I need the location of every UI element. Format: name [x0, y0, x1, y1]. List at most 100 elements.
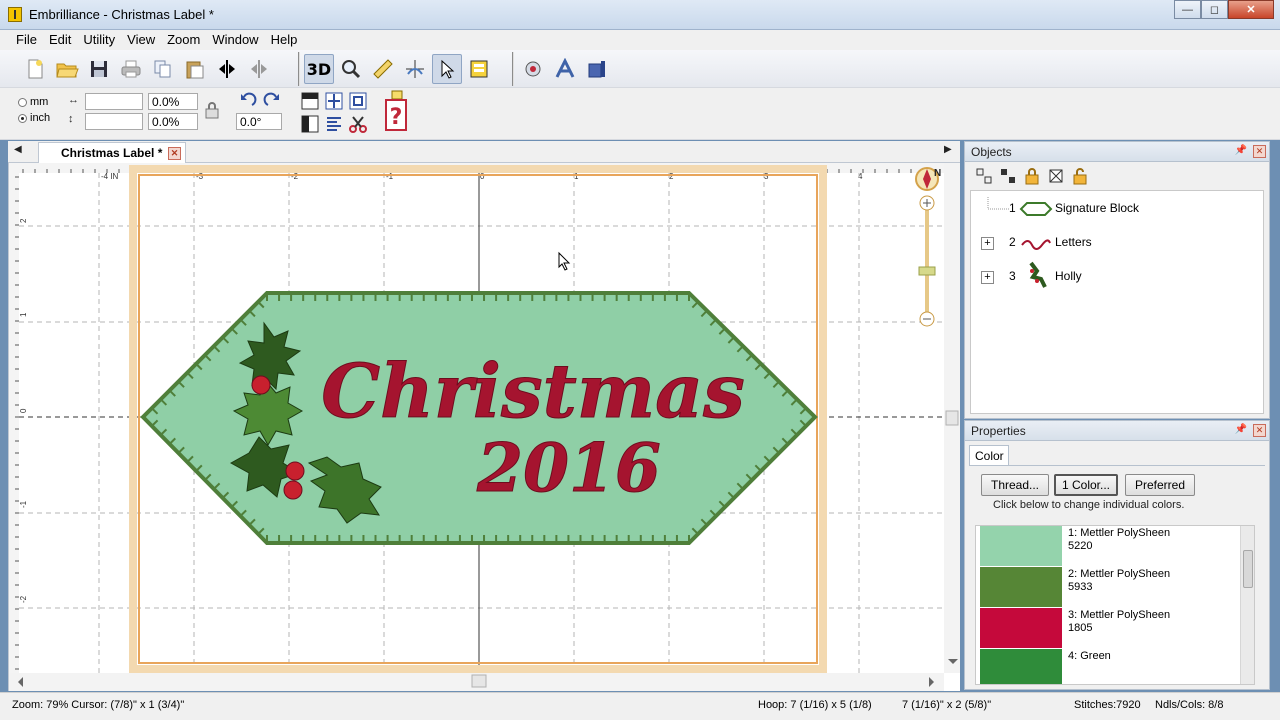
object-row-letters[interactable]: + 2 Letters	[971, 231, 1261, 255]
height-percent-input[interactable]: 0.0%	[148, 113, 198, 130]
minimize-button[interactable]: —	[1174, 0, 1201, 19]
new-file-button[interactable]	[20, 54, 50, 84]
close-button[interactable]: ✕	[1228, 0, 1274, 19]
lock-icon[interactable]	[1023, 167, 1041, 185]
rotation-input[interactable]: 0.0°	[236, 113, 282, 130]
properties-view-button[interactable]	[464, 54, 494, 84]
align-left-button[interactable]	[300, 114, 320, 134]
vertical-scroll-thumb[interactable]	[945, 410, 959, 426]
menu-help[interactable]: Help	[265, 30, 304, 50]
aspect-lock-icon[interactable]	[204, 102, 220, 120]
pin-icon[interactable]: 📌	[1235, 424, 1247, 435]
tab-scroll-left-icon[interactable]: ◀	[14, 144, 22, 155]
menu-zoom[interactable]: Zoom	[161, 30, 206, 50]
machine-button[interactable]	[582, 54, 612, 84]
paste-button[interactable]	[180, 54, 210, 84]
rotate-left-button[interactable]	[238, 91, 258, 111]
mouse-cursor	[558, 251, 571, 271]
split-button[interactable]	[348, 114, 368, 134]
expand-icon[interactable]: +	[981, 271, 994, 284]
align-top-button[interactable]	[300, 91, 320, 111]
menu-file[interactable]: File	[10, 30, 43, 50]
menu-view[interactable]: View	[121, 30, 161, 50]
flip-horizontal-button[interactable]	[212, 54, 242, 84]
color-row-3-text: 3: Mettler PolySheen 1805	[1068, 609, 1170, 635]
center-horizontal-button[interactable]	[324, 91, 344, 111]
close-panel-icon[interactable]: ✕	[1253, 424, 1266, 437]
unit-inch-radio[interactable]: inch	[18, 112, 50, 124]
color-row-2-name: 2: Mettler PolySheen	[1068, 568, 1171, 580]
tab-color[interactable]: Color	[969, 445, 1009, 465]
width-percent-input[interactable]: 0.0%	[148, 93, 198, 110]
measure-button[interactable]	[368, 54, 398, 84]
flip-vertical-button[interactable]	[244, 54, 274, 84]
center-both-button[interactable]	[348, 91, 368, 111]
menu-utility[interactable]: Utility	[77, 30, 121, 50]
zoom-slider-thumb[interactable]	[918, 266, 936, 276]
design-text-christmas[interactable]: Christmas	[321, 349, 746, 436]
tab-christmas-label[interactable]: Christmas Label * ✕	[38, 142, 186, 163]
color-row-2[interactable]: 2: Mettler PolySheen 5933	[980, 567, 1236, 607]
select-button[interactable]	[432, 54, 462, 84]
color-row-4-name: 4: Green	[1068, 650, 1111, 662]
width-input[interactable]	[85, 93, 143, 110]
canvas-svg: -4 IN -3 -2 -1 0 1 2 3 4 2 1 0 -1 -2 Chr…	[9, 163, 960, 691]
menu-edit[interactable]: Edit	[43, 30, 77, 50]
crosshair-icon	[406, 60, 424, 78]
stitch-sim-button[interactable]	[518, 54, 548, 84]
close-tab-icon[interactable]: ✕	[168, 147, 181, 160]
unlock-icon[interactable]	[1071, 167, 1089, 185]
color-row-2-code: 5933	[1068, 581, 1093, 593]
one-color-button[interactable]: 1 Color...	[1054, 474, 1118, 496]
tree-connector	[987, 197, 1010, 210]
holly-berry-3	[283, 480, 303, 500]
maximize-button[interactable]: ◻	[1201, 0, 1228, 19]
ruler-label-top-4: 0	[480, 172, 485, 181]
group-icon[interactable]	[975, 167, 993, 185]
properties-panel-title: Properties	[971, 424, 1026, 438]
color-row-3-name: 3: Mettler PolySheen	[1068, 609, 1171, 621]
object-row-holly[interactable]: + 3 Holly	[971, 261, 1261, 289]
copy-button[interactable]	[148, 54, 178, 84]
color-row-4[interactable]: 4: Green	[980, 649, 1236, 684]
design-canvas[interactable]: -4 IN -3 -2 -1 0 1 2 3 4 2 1 0 -1 -2 Chr…	[8, 163, 960, 691]
thread-button[interactable]: Thread...	[981, 474, 1049, 496]
color-row-3[interactable]: 3: Mettler PolySheen 1805	[980, 608, 1236, 648]
open-file-button[interactable]	[52, 54, 82, 84]
3d-view-button[interactable]: 3D	[304, 54, 334, 84]
holly-thumbnail-icon	[1029, 261, 1047, 288]
align-left-icon	[301, 115, 319, 133]
object-number: 3	[1009, 269, 1016, 283]
tab-scroll-right-icon[interactable]: ▶	[944, 144, 952, 155]
preferred-button[interactable]: Preferred	[1125, 474, 1195, 496]
help-button[interactable]: ?	[384, 90, 408, 134]
properties-panel-header: Properties 📌 ✕	[965, 421, 1269, 441]
design-text-2016[interactable]: 2016	[476, 429, 662, 508]
color-hint-text: Click below to change individual colors.	[993, 499, 1185, 511]
center-button[interactable]	[400, 54, 430, 84]
status-design-size: 7 (1/16)" x 2 (5/8)"	[902, 699, 992, 711]
print-button[interactable]	[116, 54, 146, 84]
hide-icon[interactable]	[1047, 167, 1065, 185]
pin-icon[interactable]: 📌	[1235, 145, 1247, 156]
object-name: Holly	[1055, 269, 1082, 283]
rotate-right-button[interactable]	[262, 91, 282, 111]
expand-icon[interactable]: +	[981, 237, 994, 250]
distribute-button[interactable]	[324, 114, 344, 134]
color-list-scrollbar[interactable]	[1240, 526, 1254, 684]
horizontal-scroll-thumb[interactable]	[471, 674, 487, 688]
close-panel-icon[interactable]: ✕	[1253, 145, 1266, 158]
color-list-scroll-thumb[interactable]	[1243, 550, 1253, 588]
left-ruler	[9, 163, 19, 691]
save-button[interactable]	[84, 54, 114, 84]
add-text-button[interactable]	[550, 54, 580, 84]
unit-mm-radio[interactable]: mm	[18, 96, 48, 108]
object-row-signature-block[interactable]: 1 Signature Block	[971, 197, 1261, 221]
status-bar: Zoom: 79% Cursor: (7/8)" x 1 (3/4)" Hoop…	[0, 692, 1280, 720]
zoom-button[interactable]	[336, 54, 366, 84]
menu-window[interactable]: Window	[206, 30, 264, 50]
color-row-1[interactable]: 1: Mettler PolySheen 5220	[980, 526, 1236, 566]
ungroup-icon[interactable]	[999, 167, 1017, 185]
height-input[interactable]	[85, 113, 143, 130]
zoom-widget: N	[915, 167, 941, 327]
